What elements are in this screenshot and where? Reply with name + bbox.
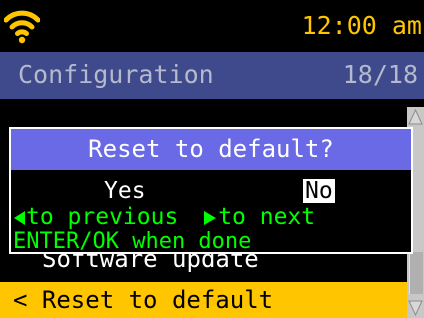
scrollbar-thumb[interactable]	[409, 252, 423, 294]
navigation-hint: to previous to next	[13, 205, 315, 229]
hint-next: to next	[218, 204, 316, 230]
clock: 12:00 am	[301, 11, 422, 40]
dialog-title: Reset to default?	[11, 129, 411, 170]
menu-item-reset-to-default[interactable]: < Reset to default	[0, 282, 407, 318]
right-arrow-icon	[204, 211, 217, 225]
enter-hint: ENTER/OK when done	[13, 229, 252, 254]
confirm-dialog: Reset to default? Yes No to previous to …	[9, 127, 413, 254]
hint-previous: to previous	[26, 204, 179, 230]
scroll-up-arrow-icon[interactable]	[408, 109, 423, 125]
status-bar: 12:00 am	[0, 0, 424, 52]
page-counter: 18/18	[342, 60, 418, 89]
menu-item-label: < Reset to default	[13, 286, 274, 314]
page-title: Configuration	[18, 60, 214, 89]
header-bar: Configuration 18/18	[0, 52, 424, 99]
wifi-icon	[4, 10, 40, 44]
scroll-down-arrow-icon[interactable]	[408, 300, 423, 316]
left-arrow-icon	[14, 211, 25, 225]
yes-option[interactable]: Yes	[104, 179, 146, 203]
no-option[interactable]: No	[303, 179, 335, 203]
